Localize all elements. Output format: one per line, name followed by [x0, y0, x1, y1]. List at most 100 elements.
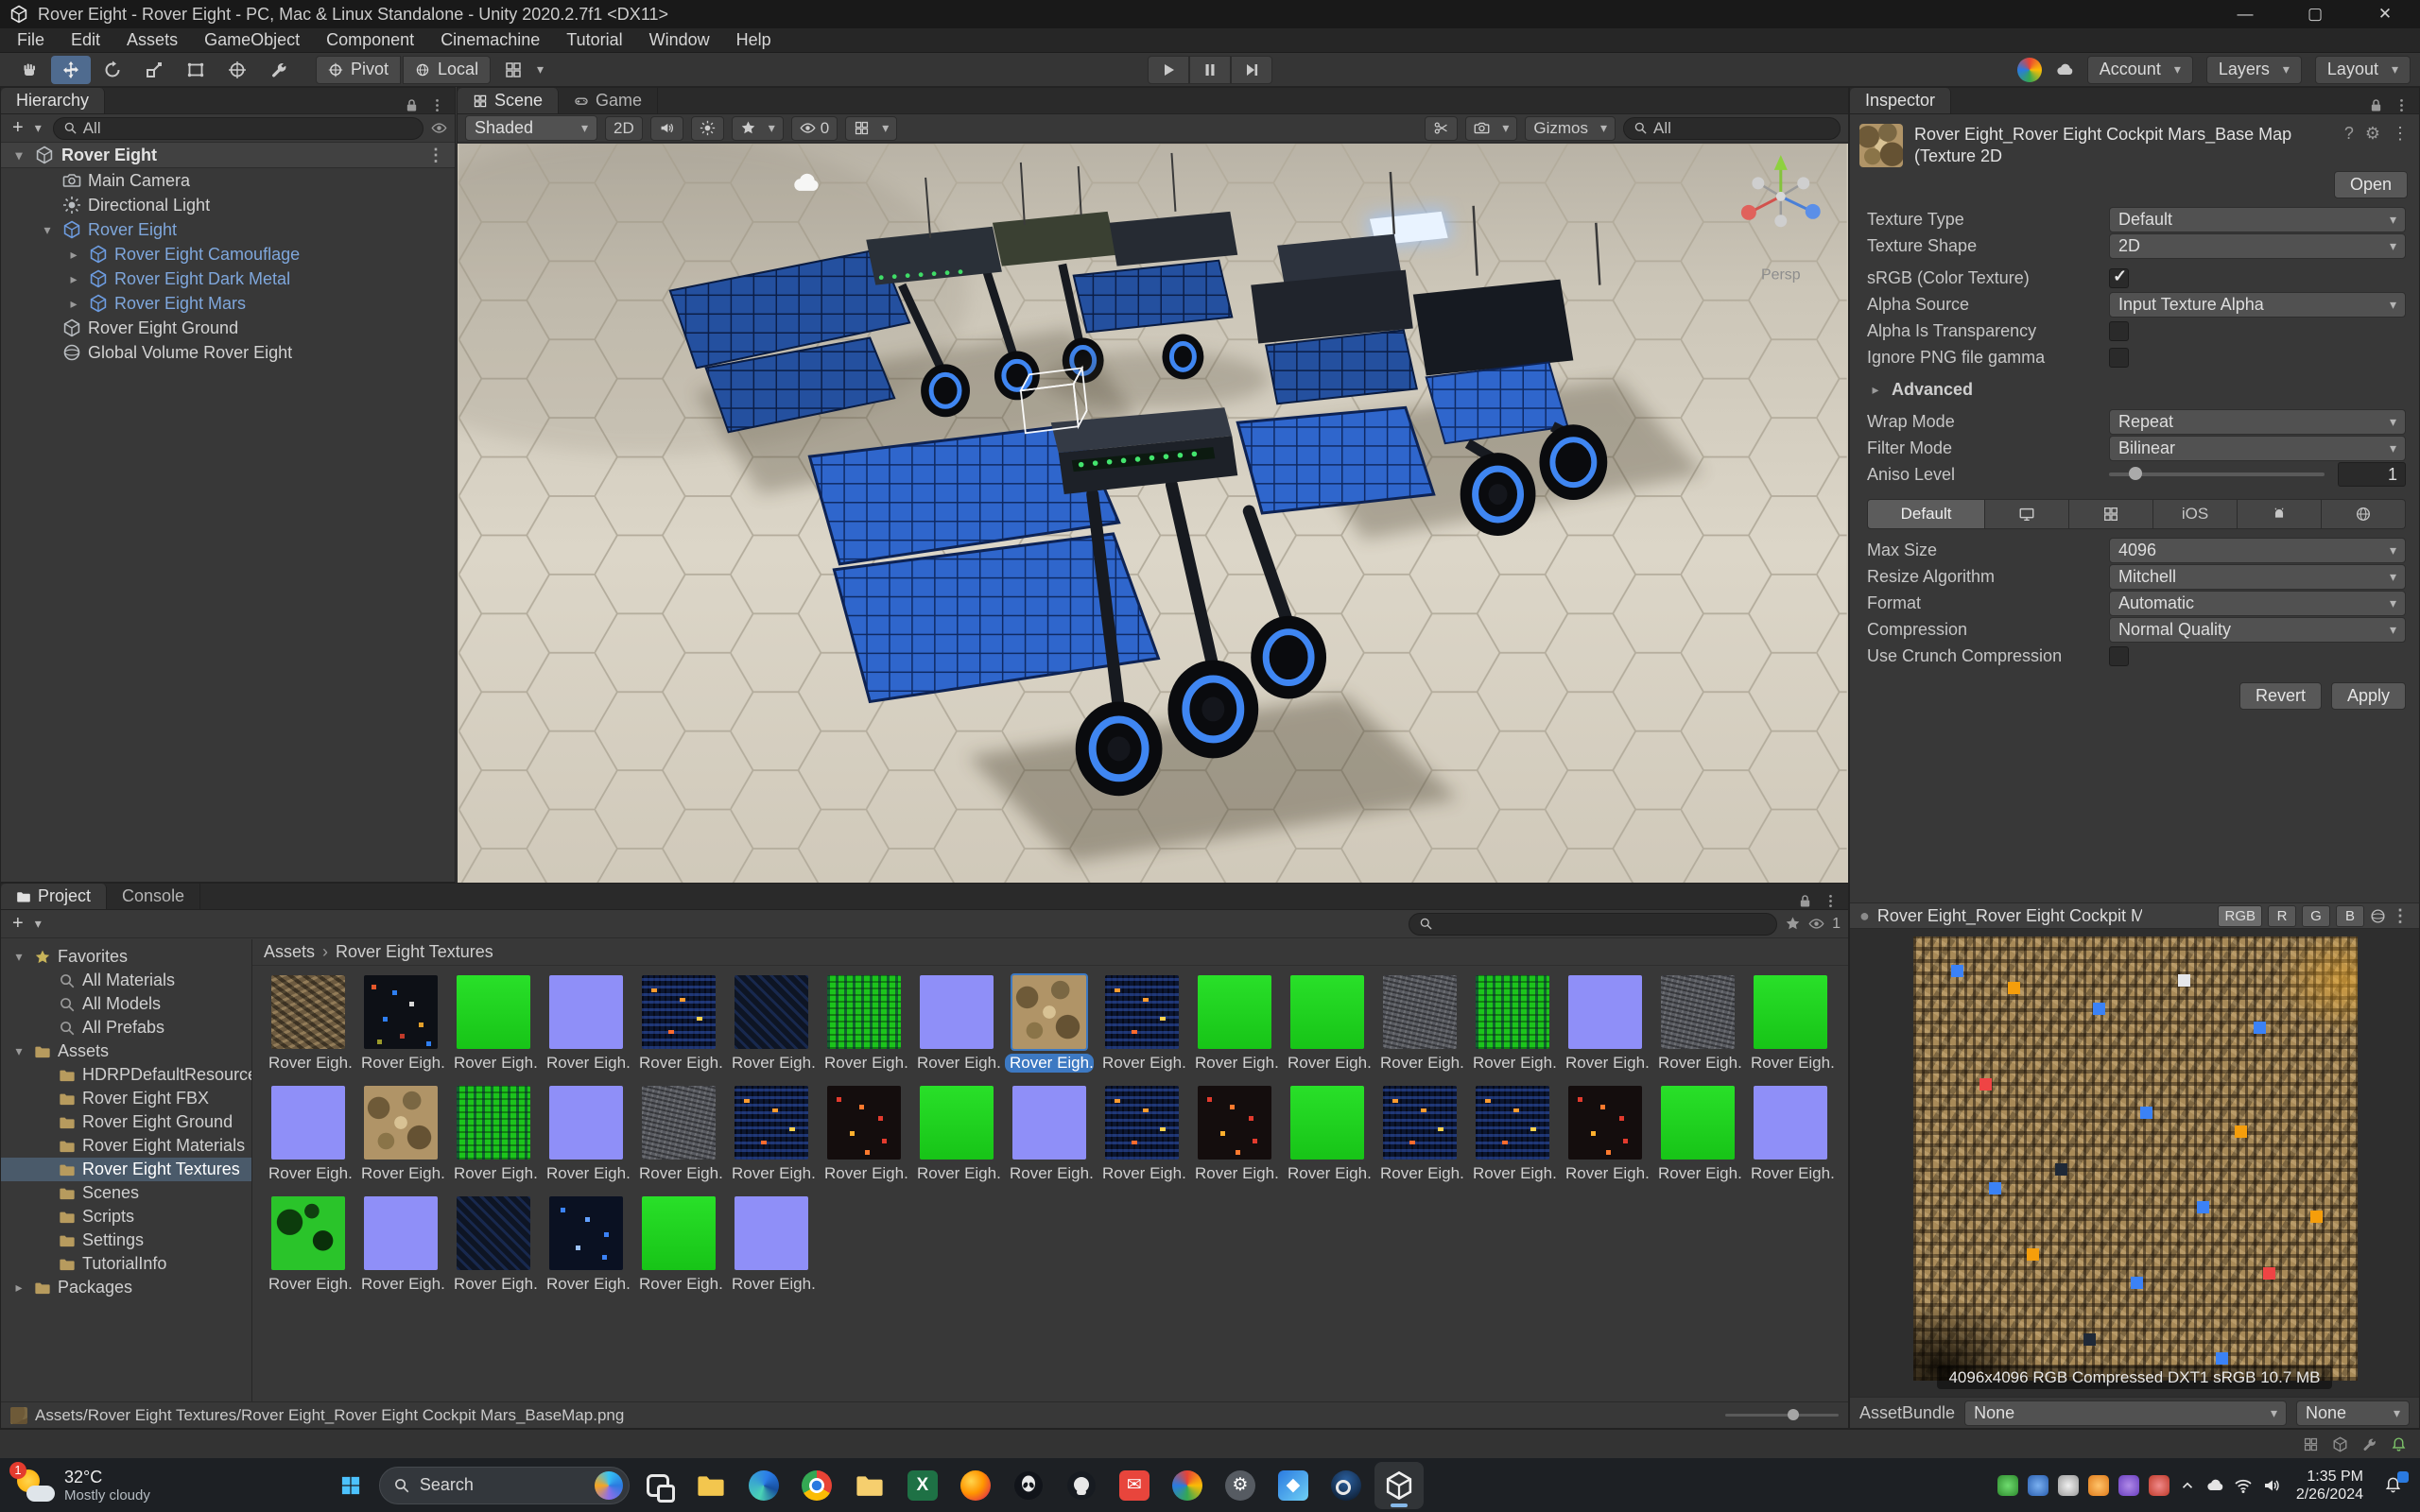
asset-item[interactable]: Rover Eigh...: [1188, 1086, 1281, 1183]
asset-item[interactable]: Rover Eigh...: [1559, 975, 1651, 1073]
expander-icon[interactable]: ▾: [10, 949, 27, 965]
resize-algorithm-dropdown[interactable]: Mitchell ▾: [2109, 563, 2406, 590]
rect-tool-button[interactable]: [176, 56, 216, 84]
tray-icon[interactable]: [2148, 1474, 2169, 1496]
thumbnail-size-slider[interactable]: [1725, 1409, 1839, 1420]
menu-window[interactable]: Window: [636, 28, 723, 53]
cloud-icon[interactable]: [2055, 60, 2074, 79]
taskbar-app-unity[interactable]: [1374, 1461, 1424, 1509]
create-button[interactable]: + ▾: [9, 913, 45, 935]
advanced-foldout[interactable]: Advanced: [1892, 380, 1973, 400]
menu-tutorial[interactable]: Tutorial: [553, 28, 635, 53]
effects-dropdown[interactable]: ▾: [731, 115, 784, 141]
asset-item[interactable]: Rover Eigh...: [725, 1196, 818, 1294]
lock-icon[interactable]: [404, 97, 420, 113]
scene-viewport[interactable]: Persp: [458, 144, 1848, 883]
hierarchy-search[interactable]: All: [52, 116, 424, 140]
breadcrumb-root[interactable]: Assets: [264, 942, 315, 962]
channel-b-button[interactable]: B: [2336, 904, 2364, 927]
lock-icon[interactable]: [1797, 893, 1813, 909]
tab-scene[interactable]: Scene: [458, 88, 560, 113]
alpha-source-dropdown[interactable]: Input Texture Alpha ▾: [2109, 291, 2406, 318]
expander-icon[interactable]: ▸: [65, 271, 82, 287]
taskbar-app-chrome[interactable]: [792, 1462, 841, 1509]
tray-icon[interactable]: [2087, 1474, 2109, 1496]
asset-item[interactable]: Rover Eigh...: [910, 1086, 1003, 1183]
volume-icon[interactable]: [2262, 1476, 2281, 1495]
layers-dropdown[interactable]: Layers ▾: [2205, 55, 2302, 84]
context-menu-icon[interactable]: ⋮: [2392, 124, 2410, 144]
menu-assets[interactable]: Assets: [113, 28, 191, 53]
panel-menu-icon[interactable]: [1823, 893, 1839, 909]
tray-icon[interactable]: [2027, 1474, 2048, 1496]
srgb-checkbox[interactable]: [2109, 266, 2129, 288]
taskbar-app-github[interactable]: [1057, 1462, 1106, 1509]
assetbundle-dropdown[interactable]: None ▾: [1964, 1400, 2287, 1426]
grid-visibility-dropdown[interactable]: ▾: [845, 115, 898, 141]
tray-icon[interactable]: [1996, 1474, 2018, 1496]
asset-item[interactable]: Rover Eigh...: [1281, 975, 1374, 1073]
asset-item[interactable]: Rover Eigh...: [262, 975, 354, 1073]
2d-toggle[interactable]: 2D: [605, 115, 643, 141]
aniso-slider[interactable]: [2109, 467, 2325, 480]
menu-gameobject[interactable]: GameObject: [191, 28, 313, 53]
wrap-mode-dropdown[interactable]: Repeat ▾: [2109, 408, 2406, 435]
package-icon[interactable]: [2332, 1436, 2348, 1452]
taskbar-app-alienware[interactable]: [1004, 1462, 1053, 1509]
crunch-checkbox[interactable]: [2109, 645, 2129, 666]
texture-type-dropdown[interactable]: Default ▾: [2109, 206, 2406, 232]
help-icon[interactable]: ?: [2344, 124, 2354, 144]
asset-item[interactable]: Rover Eigh...: [1651, 975, 1744, 1073]
tray-icon[interactable]: [2118, 1474, 2139, 1496]
asset-item[interactable]: Rover Eigh...: [1466, 1086, 1559, 1183]
assetbundle-variant-dropdown[interactable]: None ▾: [2296, 1400, 2410, 1426]
close-button[interactable]: ✕: [2350, 0, 2420, 28]
tab-game[interactable]: Game: [559, 88, 659, 113]
folder-item[interactable]: Scripts: [1, 1205, 251, 1228]
expander-icon[interactable]: ▸: [1867, 382, 1884, 398]
transform-tool-button[interactable]: [217, 56, 257, 84]
hierarchy-item[interactable]: ▸ Rover Eight Camouflage: [1, 242, 455, 266]
asset-item[interactable]: Rover Eigh...: [1466, 975, 1559, 1073]
favorites-item[interactable]: All Models: [1, 992, 251, 1016]
account-dropdown[interactable]: Account ▾: [2086, 55, 2193, 84]
asset-item[interactable]: Rover Eigh...: [1003, 975, 1096, 1073]
gizmos-dropdown[interactable]: Gizmos ▾: [1525, 115, 1616, 141]
panel-menu-icon[interactable]: [2394, 97, 2410, 113]
asset-item[interactable]: Rover Eigh...: [540, 1196, 632, 1294]
aniso-value-field[interactable]: 1: [2338, 462, 2406, 487]
asset-item[interactable]: Rover Eigh...: [1651, 1086, 1744, 1183]
taskbar-app-taskview[interactable]: [633, 1462, 683, 1509]
tab-hierarchy[interactable]: Hierarchy: [1, 88, 106, 113]
texture-preview[interactable]: 4096x4096 RGB Compressed DXT1 sRGB 10.7 …: [1850, 929, 2419, 1399]
taskbar-app-settings[interactable]: ⚙: [1216, 1462, 1265, 1509]
hierarchy-item[interactable]: Rover Eight Ground: [1, 316, 455, 340]
audio-toggle[interactable]: [649, 115, 683, 141]
tools-icon[interactable]: [2361, 1436, 2377, 1452]
asset-item[interactable]: Rover Eigh...: [910, 975, 1003, 1073]
asset-item[interactable]: Rover Eigh...: [1281, 1086, 1374, 1183]
favorites-header[interactable]: ▾ Favorites: [1, 945, 251, 969]
assets-header[interactable]: ▾ Assets: [1, 1040, 251, 1063]
mip-sphere-icon[interactable]: [2370, 908, 2386, 924]
expander-icon[interactable]: ▾: [10, 147, 27, 163]
wifi-icon[interactable]: [2234, 1476, 2253, 1495]
platform-tab-standalone[interactable]: [1985, 500, 2070, 528]
progress-icon[interactable]: [2303, 1436, 2319, 1452]
ignore-png-checkbox[interactable]: [2109, 347, 2129, 368]
lock-icon[interactable]: [2368, 97, 2384, 113]
platform-tab-android[interactable]: [2238, 500, 2323, 528]
asset-item[interactable]: Rover Eigh...: [1744, 1086, 1837, 1183]
move-tool-button[interactable]: [51, 55, 91, 84]
taskbar-search[interactable]: Search: [378, 1466, 630, 1504]
expander-icon[interactable]: ▸: [10, 1280, 27, 1296]
expander-icon[interactable]: ▾: [10, 1043, 27, 1059]
rotate-tool-button[interactable]: [93, 56, 132, 84]
step-button[interactable]: [1231, 55, 1272, 84]
packages-header[interactable]: ▸ Packages: [1, 1276, 251, 1299]
folder-item[interactable]: Rover Eight Textures: [1, 1158, 251, 1181]
taskbar-app-file-explorer[interactable]: [686, 1462, 735, 1509]
taskbar-app-browser[interactable]: [1163, 1462, 1212, 1509]
tools-button[interactable]: [1425, 115, 1459, 141]
pivot-toggle[interactable]: Pivot: [316, 55, 402, 84]
